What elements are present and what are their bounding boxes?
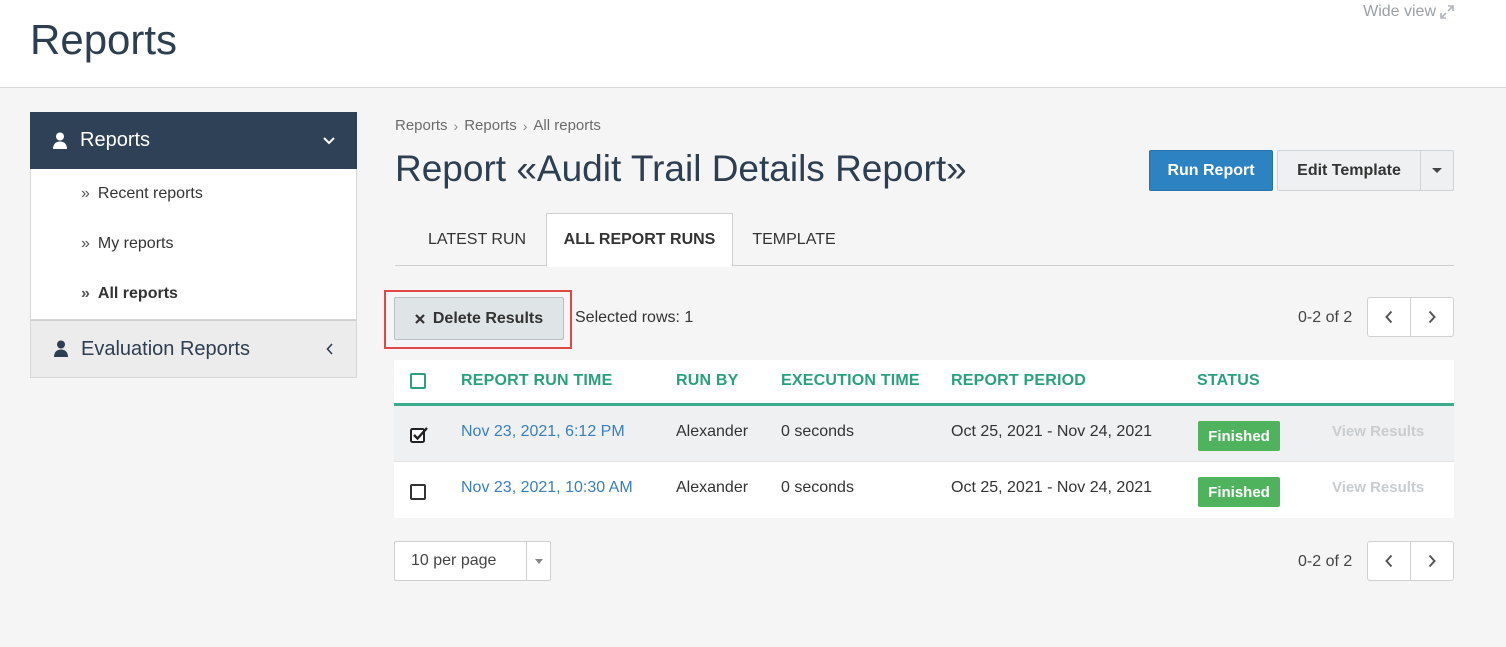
per-page-select[interactable]: 10 per page [394, 541, 551, 581]
checked-checkbox[interactable] [410, 426, 429, 443]
view-results-link[interactable]: View Results [1332, 479, 1424, 496]
chevron-left-icon [326, 343, 333, 355]
user-icon [54, 340, 68, 357]
report-period-cell: Oct 25, 2021 - Nov 24, 2021 [951, 479, 1153, 496]
sidebar-item-my-reports[interactable]: » My reports [31, 219, 356, 269]
per-page-value: 10 per page [411, 552, 497, 569]
sidebar-section-reports[interactable]: Reports [30, 112, 357, 169]
breadcrumb-item[interactable]: Reports [464, 117, 517, 134]
column-header-run-time[interactable]: REPORT RUN TIME [461, 372, 612, 390]
chevron-right-icon [1428, 554, 1436, 568]
table-row[interactable]: Nov 23, 2021, 6:12 PM Alexander 0 second… [394, 406, 1454, 462]
run-time-link[interactable]: Nov 23, 2021, 10:30 AM [461, 479, 633, 497]
execution-time-cell: 0 seconds [781, 479, 854, 496]
run-time-link[interactable]: Nov 23, 2021, 6:12 PM [461, 423, 625, 441]
wide-view-toggle[interactable]: Wide view [1363, 3, 1454, 21]
chevron-left-icon [1385, 554, 1393, 568]
chevron-left-icon [1385, 310, 1393, 324]
edit-template-dropdown[interactable] [1420, 150, 1454, 191]
column-header-report-period[interactable]: REPORT PERIOD [951, 372, 1086, 390]
chevron-right-icon: › [522, 117, 528, 134]
column-header-execution-time[interactable]: EXECUTION TIME [781, 372, 920, 390]
status-badge: Finished [1198, 477, 1280, 507]
sidebar-section-label: Evaluation Reports [81, 337, 250, 360]
page-title: Reports [30, 16, 178, 63]
sidebar-item-recent-reports[interactable]: » Recent reports [31, 169, 356, 219]
tab-latest-run[interactable]: LATEST RUN [412, 213, 542, 266]
sidebar-list: » Recent reports » My reports » All repo… [30, 169, 357, 320]
chevron-right-icon [1428, 310, 1436, 324]
delete-results-button[interactable]: Delete Results [394, 297, 564, 340]
table-row[interactable]: Nov 23, 2021, 10:30 AM Alexander 0 secon… [394, 462, 1454, 518]
pager-bottom [1367, 541, 1454, 581]
sidebar-item-label: Recent reports [97, 185, 203, 202]
caret-down-icon [534, 558, 543, 564]
double-chevron-icon: » [81, 235, 90, 252]
view-results-link[interactable]: View Results [1332, 423, 1424, 440]
breadcrumb: Reports › Reports › All reports [395, 117, 601, 134]
dropdown-arrow [526, 542, 550, 580]
double-chevron-icon: » [81, 285, 90, 302]
pager-top [1367, 297, 1454, 337]
prev-page-button[interactable] [1368, 542, 1410, 580]
breadcrumb-item-current: All reports [533, 117, 601, 134]
report-period-cell: Oct 25, 2021 - Nov 24, 2021 [951, 423, 1153, 440]
selected-rows-count: Selected rows: 1 [575, 309, 694, 326]
sidebar: Reports » Recent reports » My reports » … [30, 112, 357, 378]
next-page-button[interactable] [1410, 542, 1453, 580]
column-header-run-by[interactable]: RUN BY [676, 372, 739, 390]
sidebar-item-label: My reports [97, 235, 174, 252]
user-icon [53, 132, 67, 149]
select-all-checkbox[interactable] [410, 373, 426, 389]
close-icon [415, 313, 425, 324]
edit-template-button[interactable]: Edit Template [1277, 150, 1421, 191]
table-header: REPORT RUN TIME RUN BY EXECUTION TIME RE… [394, 360, 1454, 406]
pager-info-bottom: 0-2 of 2 [1298, 553, 1353, 570]
run-by-cell: Alexander [676, 479, 749, 496]
expand-icon [1440, 5, 1454, 19]
tab-template[interactable]: TEMPLATE [737, 213, 851, 266]
wide-view-label: Wide view [1363, 3, 1436, 20]
sidebar-item-label: All reports [97, 285, 178, 302]
prev-page-button[interactable] [1368, 298, 1410, 336]
sidebar-section-evaluation-reports[interactable]: Evaluation Reports [30, 320, 357, 378]
delete-results-label: Delete Results [432, 309, 544, 327]
sidebar-section-label: Reports [80, 129, 151, 151]
tab-bar: LATEST RUN ALL REPORT RUNS TEMPLATE [395, 213, 1454, 267]
report-title: Report «Audit Trail Details Report» [395, 148, 967, 189]
chevron-right-icon: › [453, 117, 459, 134]
row-checkbox[interactable] [410, 484, 426, 500]
run-report-button[interactable]: Run Report [1149, 150, 1273, 191]
sidebar-item-all-reports[interactable]: » All reports [31, 269, 356, 319]
status-badge: Finished [1198, 421, 1280, 451]
report-runs-table: REPORT RUN TIME RUN BY EXECUTION TIME RE… [394, 360, 1454, 518]
double-chevron-icon: » [81, 185, 90, 202]
pager-info-top: 0-2 of 2 [1298, 309, 1353, 326]
column-header-status[interactable]: STATUS [1197, 372, 1260, 390]
tab-all-report-runs[interactable]: ALL REPORT RUNS [546, 213, 733, 267]
run-by-cell: Alexander [676, 423, 749, 440]
chevron-down-icon [323, 136, 335, 144]
caret-down-icon [1432, 168, 1442, 173]
top-header: Reports Wide view [0, 0, 1506, 88]
execution-time-cell: 0 seconds [781, 423, 854, 440]
next-page-button[interactable] [1410, 298, 1453, 336]
breadcrumb-item[interactable]: Reports [395, 117, 448, 134]
